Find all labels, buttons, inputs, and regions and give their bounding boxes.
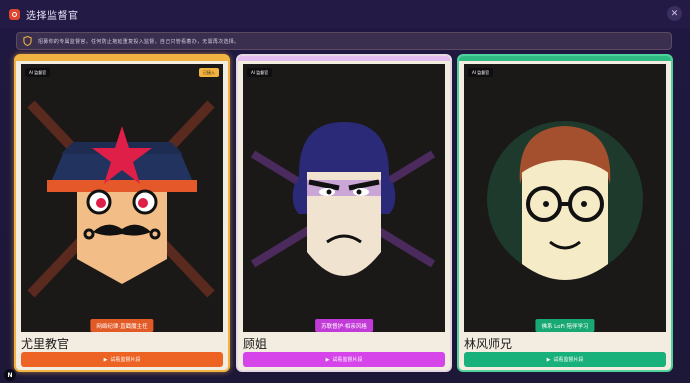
play-icon: ▶ (546, 356, 551, 363)
window-title: 选择监督官 (26, 10, 79, 22)
notice-banner: 招募你的专属监督官。任何防止拖延重复投入监督，自己只管看着办，无需再次选择。 (16, 32, 672, 50)
instructor-illustration (21, 64, 223, 332)
sister-gu-illustration (243, 64, 445, 332)
supervisor-name: 顾姐 (243, 337, 268, 351)
corner-badge[interactable]: N (4, 369, 16, 381)
supervisor-portrait: AI 监督官 已接入 网络纪律·直戳魔主任 (21, 64, 223, 332)
ai-badge: AI 监督官 (468, 68, 494, 77)
supervisor-name: 林风师兄 (464, 337, 513, 351)
notice-text: 招募你的专属监督官。任何防止拖延重复投入监督，自己只管看着办，无需再次选择。 (38, 38, 240, 45)
selected-badge: 已接入 (199, 68, 219, 77)
shield-icon (23, 36, 32, 46)
title-bar: 选择监督官 ✕ (0, 0, 690, 28)
try-preview-button[interactable]: ▶ 试看监督片段 (243, 352, 445, 367)
try-preview-label: 试看监督片段 (110, 357, 141, 363)
supervisor-portrait: AI 监督官 苏联督护·相亲风格 (243, 64, 445, 332)
ai-badge: AI 监督官 (25, 68, 51, 77)
main-content: 招募你的专属监督官。任何防止拖延重复投入监督，自己只管看着办，无需再次选择。 A… (0, 28, 690, 383)
play-icon: ▶ (325, 356, 330, 363)
ai-badge: AI 监督官 (247, 68, 273, 77)
try-preview-button[interactable]: ▶ 试看监督片段 (21, 352, 223, 367)
supervisor-card-1[interactable]: AI 监督官 已接入 网络纪律·直戳魔主任 尤里教官 ▶ 试看监督片段 (14, 54, 230, 372)
supervisor-tag: 网络纪律·直戳魔主任 (90, 319, 154, 332)
supervisor-tag: 佛系 LoFi 陪伴学习 (535, 319, 595, 332)
card-accent-strip (459, 56, 671, 61)
card-accent-strip (16, 56, 228, 61)
try-preview-label: 试看监督片段 (553, 357, 584, 363)
try-preview-label: 试看监督片段 (332, 357, 363, 363)
close-icon[interactable]: ✕ (667, 6, 682, 21)
supervisor-card-2[interactable]: AI 监督官 苏联督护·相亲风格 顾姐 ▶ 试看监督片段 (236, 54, 452, 372)
supervisor-card-3[interactable]: AI 监督官 佛系 LoFi 陪伴学习 林风师兄 ▶ 试看监督片段 (457, 54, 673, 372)
supervisor-name: 尤里教官 (21, 337, 70, 351)
card-accent-strip (238, 56, 450, 61)
supervisor-portrait: AI 监督官 佛系 LoFi 陪伴学习 (464, 64, 666, 332)
app-logo-icon (9, 8, 20, 20)
senior-lin-illustration (464, 64, 666, 332)
try-preview-button[interactable]: ▶ 试看监督片段 (464, 352, 666, 367)
supervisor-tag: 苏联督护·相亲风格 (315, 319, 373, 332)
play-icon: ▶ (103, 356, 108, 363)
